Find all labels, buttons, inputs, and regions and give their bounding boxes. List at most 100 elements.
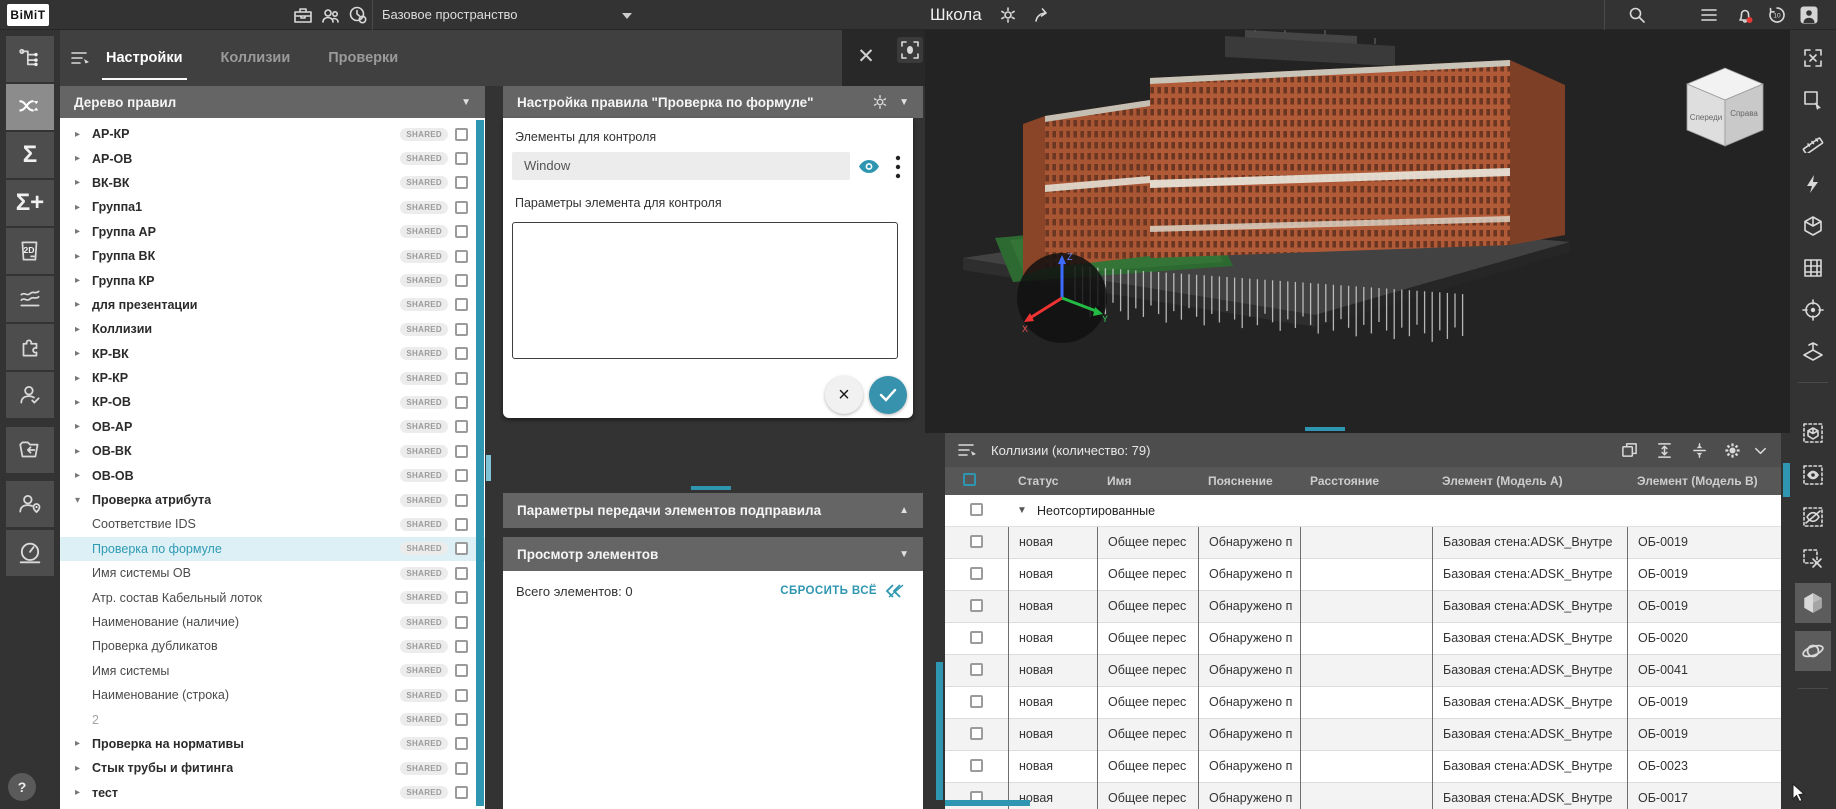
building-model[interactable]: X Y Z Спереди Справа: [925, 30, 1790, 433]
rules-scrollbar[interactable]: [476, 120, 484, 806]
rule-tree-item[interactable]: Проверка по формулеSHARED: [60, 537, 485, 561]
expand-icon[interactable]: ▸: [75, 787, 92, 798]
settings-gear-icon[interactable]: [997, 5, 1019, 25]
expand-icon[interactable]: ▸: [75, 299, 92, 310]
viewcube-face-label[interactable]: Спереди: [1690, 113, 1722, 122]
rule-tree-item[interactable]: ▸КР-ВКSHARED: [60, 342, 485, 366]
expand-icon[interactable]: ▸: [75, 226, 92, 237]
chevron-down-icon[interactable]: ▼: [899, 549, 909, 560]
collision-row[interactable]: новаяОбщее пересОбнаружено пБазовая стен…: [945, 783, 1781, 809]
collision-row[interactable]: новаяОбщее пересОбнаружено пБазовая стен…: [945, 687, 1781, 719]
rule-checkbox[interactable]: [455, 152, 468, 165]
rule-checkbox[interactable]: [455, 689, 468, 702]
row-checkbox[interactable]: [970, 567, 983, 580]
collision-group-row[interactable]: ▼ Неотсортированные: [945, 495, 1781, 527]
chevron-down-icon[interactable]: ▼: [899, 97, 909, 108]
menu-icon[interactable]: [70, 50, 90, 66]
clash-detect-icon[interactable]: [1795, 166, 1831, 202]
eye-icon[interactable]: [857, 158, 881, 175]
isolate-selection-icon[interactable]: [1795, 415, 1831, 451]
user-check-icon[interactable]: [6, 372, 54, 418]
hide-elements-icon[interactable]: [1795, 499, 1831, 535]
rule-checkbox[interactable]: [455, 737, 468, 750]
expand-icon[interactable]: ▸: [75, 738, 92, 749]
show-elements-icon[interactable]: [1795, 457, 1831, 493]
share-icon[interactable]: [1032, 5, 1054, 25]
collision-row[interactable]: новаяОбщее пересОбнаружено пБазовая стен…: [945, 623, 1781, 655]
more-options-icon[interactable]: [895, 154, 901, 180]
list-icon[interactable]: [1698, 5, 1720, 25]
workspace-selector[interactable]: Базовое пространство: [382, 0, 518, 30]
rule-tree-item[interactable]: ▸АР-КРSHARED: [60, 122, 485, 146]
copy-icon[interactable]: [1621, 442, 1638, 459]
orbit-mode-icon[interactable]: [1795, 631, 1831, 671]
tab-settings[interactable]: Настройки: [104, 44, 185, 72]
shaded-mode-icon[interactable]: [1795, 583, 1831, 623]
account-icon[interactable]: [1798, 5, 1820, 25]
rule-checkbox[interactable]: [455, 372, 468, 385]
rule-tree-item[interactable]: ▸для презентацииSHARED: [60, 293, 485, 317]
charts-icon[interactable]: [6, 276, 54, 322]
rule-tree-item[interactable]: Наименование (строка)SHARED: [60, 683, 485, 707]
notifications-icon[interactable]: [1734, 5, 1756, 25]
rule-checkbox[interactable]: [455, 323, 468, 336]
chevron-down-icon[interactable]: ▼: [461, 97, 471, 108]
rule-tree-item[interactable]: ▸Группа ВКSHARED: [60, 244, 485, 268]
expand-icon[interactable]: ▸: [75, 153, 92, 164]
rule-checkbox[interactable]: [455, 396, 468, 409]
row-checkbox[interactable]: [970, 695, 983, 708]
rule-tree-item[interactable]: Проверка дубликатовSHARED: [60, 634, 485, 658]
row-checkbox[interactable]: [970, 663, 983, 676]
menu-icon[interactable]: [957, 442, 977, 458]
column-header[interactable]: Элемент (Модель А): [1432, 467, 1627, 495]
row-checkbox[interactable]: [970, 727, 983, 740]
rule-checkbox[interactable]: [455, 664, 468, 677]
reset-all-link[interactable]: СБРОСИТЬ ВСЁ: [780, 585, 877, 597]
collision-row[interactable]: новаяОбщее пересОбнаружено пБазовая стен…: [945, 655, 1781, 687]
settings-icon[interactable]: [1724, 442, 1741, 459]
focus-model-icon[interactable]: [897, 37, 923, 63]
rule-tree-item[interactable]: ▸Группа АРSHARED: [60, 220, 485, 244]
rule-tree-item[interactable]: Соответствие IDSSHARED: [60, 512, 485, 536]
fit-view-icon[interactable]: [1795, 40, 1831, 76]
rules-scrollbar-thumb[interactable]: [486, 455, 491, 481]
rule-checkbox[interactable]: [455, 469, 468, 482]
plugins-icon[interactable]: [6, 324, 54, 370]
expand-icon[interactable]: ▸: [75, 373, 92, 384]
column-header[interactable]: Расстояние: [1300, 467, 1432, 495]
column-header[interactable]: Имя: [1097, 467, 1198, 495]
collision-row[interactable]: новаяОбщее пересОбнаружено пБазовая стен…: [945, 719, 1781, 751]
tab-checks[interactable]: Проверки: [326, 44, 400, 72]
params-box[interactable]: [512, 222, 898, 359]
expand-icon[interactable]: ▸: [75, 421, 92, 432]
rule-checkbox[interactable]: [455, 176, 468, 189]
rule-tree-item[interactable]: ▸Группа КРSHARED: [60, 268, 485, 292]
rule-checkbox[interactable]: [455, 445, 468, 458]
row-height-icon[interactable]: [1656, 442, 1673, 459]
close-icon[interactable]: ✕: [855, 44, 877, 70]
expand-icon[interactable]: ▸: [75, 763, 92, 774]
collision-row[interactable]: новаяОбщее пересОбнаружено пБазовая стен…: [945, 559, 1781, 591]
reset-all-icon[interactable]: [885, 583, 907, 599]
history-icon[interactable]: 10: [1766, 5, 1788, 25]
column-header[interactable]: Статус: [1008, 467, 1097, 495]
collision-row[interactable]: новаяОбщее пересОбнаружено пБазовая стен…: [945, 591, 1781, 623]
rule-tree-item[interactable]: ▸КР-КРSHARED: [60, 366, 485, 390]
expand-icon[interactable]: ▸: [75, 177, 92, 188]
expand-icon[interactable]: ▸: [75, 129, 92, 140]
expand-icon[interactable]: ▸: [75, 348, 92, 359]
tab-collisions[interactable]: Коллизии: [219, 44, 293, 72]
rule-checkbox[interactable]: [455, 298, 468, 311]
elements-input[interactable]: Window: [512, 152, 850, 180]
bimit-logo[interactable]: BiMiT: [7, 4, 49, 26]
rule-tree-item[interactable]: ▾Проверка атрибутаSHARED: [60, 488, 485, 512]
viewport-3d[interactable]: X Y Z Спереди Справа: [925, 30, 1790, 433]
rule-checkbox[interactable]: [455, 494, 468, 507]
user-location-icon[interactable]: [6, 481, 54, 527]
view-cube[interactable]: Спереди Справа: [1687, 68, 1763, 146]
rule-checkbox[interactable]: [455, 201, 468, 214]
rule-checkbox[interactable]: [455, 567, 468, 580]
expand-icon[interactable]: ▸: [75, 251, 92, 262]
rule-tree-item[interactable]: ▸ОВ-ВКSHARED: [60, 439, 485, 463]
transfer-params-header[interactable]: Параметры передачи элементов подправила …: [503, 493, 923, 528]
